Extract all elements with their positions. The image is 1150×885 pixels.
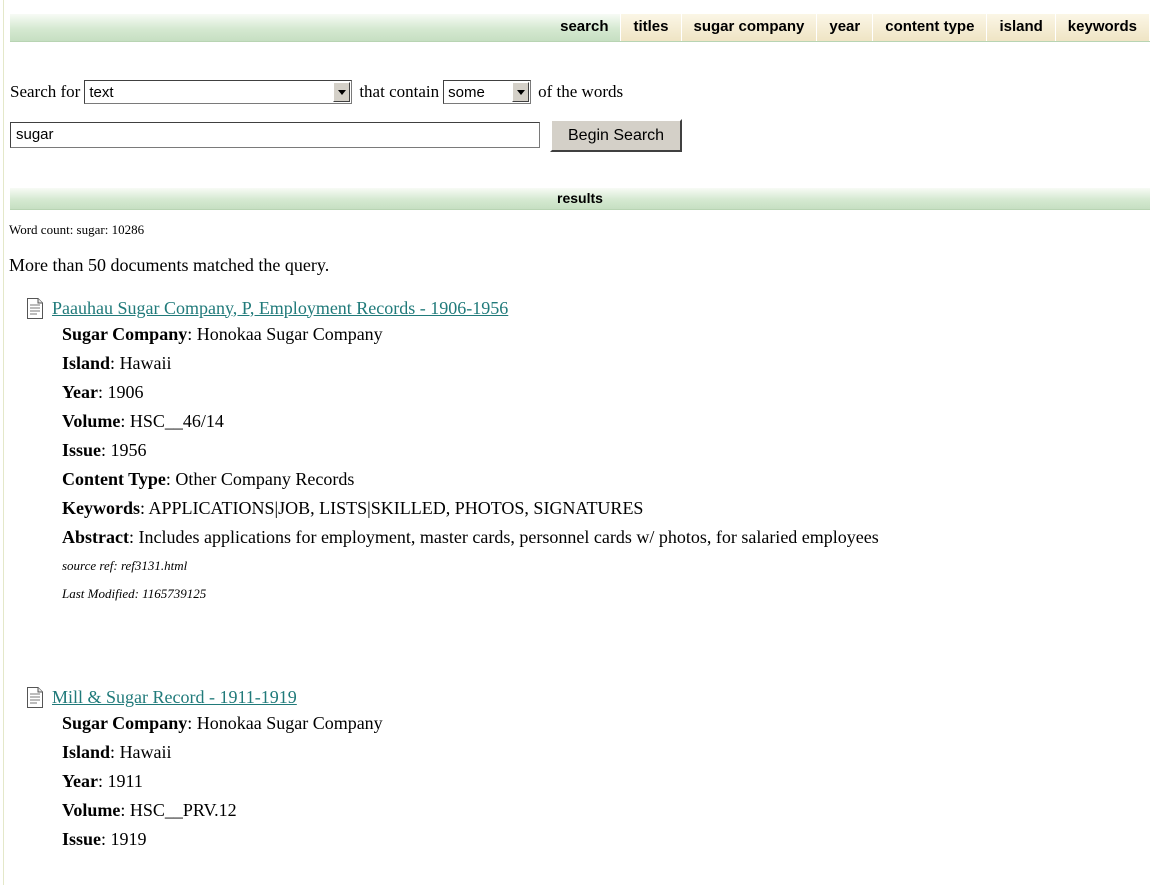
source-ref: source ref: ref3131.html (62, 558, 188, 573)
result-record: Paauhau Sugar Company, P, Employment Rec… (26, 296, 879, 608)
field-value: 1911 (107, 771, 143, 791)
nav-bar: search titles sugar company year content… (10, 14, 1150, 42)
field-volume: Volume: HSC__PRV.12 (62, 800, 237, 820)
field-issue: Issue: 1956 (62, 440, 147, 460)
field-value: HSC__46/14 (129, 411, 224, 431)
field-label: Volume (62, 411, 121, 431)
field-label: Island (62, 742, 111, 762)
field-label: Abstract (62, 527, 129, 547)
search-query-row: sugar Begin Search (10, 118, 683, 152)
result-record: Mill & Sugar Record - 1911-1919 Sugar Co… (26, 685, 383, 854)
field-label: Year (62, 771, 98, 791)
field-keywords: Keywords: APPLICATIONS|JOB, LISTS|SKILLE… (62, 498, 644, 518)
nav-item-titles[interactable]: titles (621, 14, 682, 41)
field-year: Year: 1906 (62, 382, 144, 402)
record-title-link[interactable]: Paauhau Sugar Company, P, Employment Rec… (52, 298, 508, 319)
nav-item-keywords[interactable]: keywords (1055, 14, 1150, 41)
chevron-down-icon[interactable] (333, 82, 351, 102)
field-value: Other Company Records (175, 469, 355, 489)
nav-items: search titles sugar company year content… (548, 14, 1150, 41)
field-value: Honokaa Sugar Company (196, 324, 383, 344)
field-year: Year: 1911 (62, 771, 143, 791)
field-label: Keywords (62, 498, 140, 518)
nav-item-island[interactable]: island (987, 14, 1056, 41)
field-label: Issue (62, 440, 102, 460)
word-count: Word count: sugar: 10286 (9, 222, 145, 237)
field-volume: Volume: HSC__46/14 (62, 411, 224, 431)
last-modified: Last Modified: 1165739125 (62, 586, 207, 601)
results-header: results (10, 188, 1150, 210)
record-title-row: Paauhau Sugar Company, P, Employment Rec… (26, 296, 879, 320)
page-left-rule (3, 0, 4, 885)
field-sugar-company: Sugar Company: Honokaa Sugar Company (62, 324, 383, 344)
nav-item-year[interactable]: year (817, 14, 874, 41)
nav-item-search[interactable]: search (548, 14, 622, 41)
field-value: Hawaii (119, 353, 172, 373)
matched-count-text: More than 50 documents matched the query… (9, 255, 330, 275)
field-label: Sugar Company (62, 713, 188, 733)
field-value: 1919 (110, 829, 147, 849)
field-label: Content Type (62, 469, 166, 489)
match-mode-select[interactable]: some (443, 80, 532, 104)
field-content-type: Content Type: Other Company Records (62, 469, 355, 489)
field-value: Hawaii (119, 742, 172, 762)
field-value: 1956 (110, 440, 147, 460)
field-island: Island: Hawaii (62, 742, 172, 762)
nav-item-content-type[interactable]: content type (873, 14, 988, 41)
document-icon[interactable] (26, 686, 44, 708)
document-icon[interactable] (26, 297, 44, 319)
search-field-select[interactable]: text (84, 80, 353, 104)
field-label: Year (62, 382, 98, 402)
field-value: 1906 (107, 382, 144, 402)
search-field-select-value: text (89, 83, 114, 101)
record-title-link[interactable]: Mill & Sugar Record - 1911-1919 (52, 687, 297, 708)
field-label: Volume (62, 800, 121, 820)
that-contain-label: that contain (359, 82, 440, 101)
field-label: Island (62, 353, 111, 373)
chevron-down-icon[interactable] (512, 82, 530, 102)
search-options-row: Search for text that contain some of the… (10, 79, 623, 105)
field-value: APPLICATIONS|JOB, LISTS|SKILLED, PHOTOS,… (148, 498, 644, 518)
record-title-row: Mill & Sugar Record - 1911-1919 (26, 685, 383, 709)
of-the-words-label: of the words (538, 82, 624, 101)
field-island: Island: Hawaii (62, 353, 172, 373)
field-sugar-company: Sugar Company: Honokaa Sugar Company (62, 713, 383, 733)
search-for-label: Search for (10, 82, 81, 101)
begin-search-button[interactable]: Begin Search (550, 118, 683, 152)
field-value: Honokaa Sugar Company (196, 713, 383, 733)
match-mode-select-value: some (448, 83, 485, 101)
nav-item-sugar-company[interactable]: sugar company (681, 14, 818, 41)
field-abstract: Abstract: Includes applications for empl… (62, 527, 879, 547)
field-label: Issue (62, 829, 102, 849)
search-input[interactable]: sugar (10, 122, 540, 148)
field-label: Sugar Company (62, 324, 188, 344)
field-value: Includes applications for employment, ma… (138, 527, 879, 547)
field-issue: Issue: 1919 (62, 829, 147, 849)
field-value: HSC__PRV.12 (129, 800, 237, 820)
